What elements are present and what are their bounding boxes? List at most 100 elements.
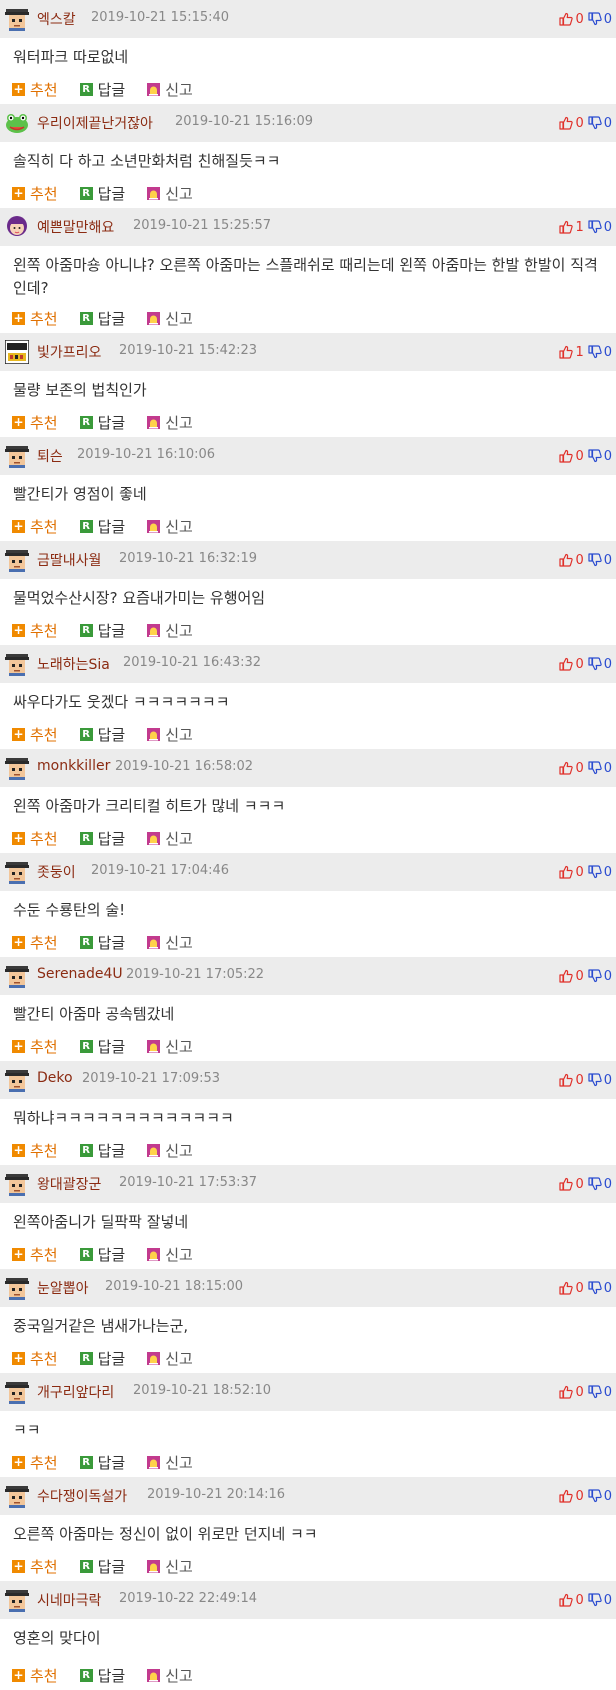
reply-button[interactable]: R 답글 [79, 1036, 125, 1057]
reply-button[interactable]: R 답글 [79, 1244, 125, 1265]
downvote-button[interactable]: 0 [588, 1177, 612, 1192]
upvote-button[interactable]: 0 [559, 761, 584, 776]
recommend-button[interactable]: + 추천 [12, 1244, 58, 1265]
reply-button[interactable]: R 답글 [79, 516, 125, 537]
downvote-button[interactable]: 0 [588, 1073, 612, 1088]
reply-button[interactable]: R 답글 [79, 1140, 125, 1161]
report-button[interactable]: 신고 [147, 1036, 193, 1057]
author-name[interactable]: Deko [37, 1070, 73, 1086]
author-name[interactable]: Serenade4U [37, 966, 123, 982]
recommend-button[interactable]: + 추천 [12, 79, 58, 100]
reply-button[interactable]: R 답글 [79, 1452, 125, 1473]
report-button[interactable]: 신고 [147, 932, 193, 953]
recommend-button[interactable]: + 추천 [12, 828, 58, 849]
report-button[interactable]: 신고 [147, 1665, 193, 1686]
avatar[interactable] [4, 339, 30, 365]
downvote-button[interactable]: 0 [588, 969, 612, 984]
upvote-button[interactable]: 1 [559, 220, 584, 235]
report-button[interactable]: 신고 [147, 79, 193, 100]
recommend-button[interactable]: + 추천 [12, 1556, 58, 1577]
upvote-button[interactable]: 0 [559, 865, 584, 880]
report-button[interactable]: 신고 [147, 1452, 193, 1473]
downvote-button[interactable]: 0 [588, 761, 612, 776]
reply-button[interactable]: R 답글 [79, 932, 125, 953]
avatar[interactable] [5, 1588, 29, 1612]
recommend-button[interactable]: + 추천 [12, 1140, 58, 1161]
avatar[interactable] [5, 111, 29, 135]
avatar[interactable] [5, 548, 29, 572]
recommend-button[interactable]: + 추천 [12, 1036, 58, 1057]
report-button[interactable]: 신고 [147, 1140, 193, 1161]
report-button[interactable]: 신고 [147, 828, 193, 849]
reply-button[interactable]: R 답글 [79, 308, 125, 329]
avatar[interactable] [5, 444, 29, 468]
recommend-button[interactable]: + 추천 [12, 183, 58, 204]
downvote-button[interactable]: 0 [588, 1385, 612, 1400]
avatar[interactable] [5, 860, 29, 884]
upvote-button[interactable]: 0 [559, 1073, 584, 1088]
recommend-button[interactable]: + 추천 [12, 1452, 58, 1473]
upvote-button[interactable]: 0 [559, 1177, 584, 1192]
author-name[interactable]: 빛가프리오 [37, 342, 101, 362]
author-name[interactable]: 좃둥이 [37, 862, 76, 882]
reply-button[interactable]: R 답글 [79, 79, 125, 100]
recommend-button[interactable]: + 추천 [12, 724, 58, 745]
downvote-button[interactable]: 0 [588, 12, 612, 27]
author-name[interactable]: 노래하는Sia [37, 654, 110, 674]
avatar[interactable] [5, 215, 29, 239]
upvote-button[interactable]: 0 [559, 116, 584, 131]
reply-button[interactable]: R 답글 [79, 1665, 125, 1686]
avatar[interactable] [5, 1380, 29, 1404]
downvote-button[interactable]: 0 [588, 553, 612, 568]
author-name[interactable]: 엑스칼 [37, 9, 76, 29]
downvote-button[interactable]: 0 [588, 345, 612, 360]
upvote-button[interactable]: 0 [559, 1281, 584, 1296]
author-name[interactable]: 금딸내사월 [37, 550, 101, 570]
upvote-button[interactable]: 0 [559, 553, 584, 568]
recommend-button[interactable]: + 추천 [12, 412, 58, 433]
downvote-button[interactable]: 0 [588, 1593, 612, 1608]
author-name[interactable]: 수다쟁이독설가 [37, 1486, 127, 1506]
downvote-button[interactable]: 0 [588, 220, 612, 235]
report-button[interactable]: 신고 [147, 1244, 193, 1265]
upvote-button[interactable]: 0 [559, 449, 584, 464]
author-name[interactable]: 예쁜말만해요 [37, 217, 114, 237]
author-name[interactable]: 눈알뽑아 [37, 1278, 89, 1298]
reply-button[interactable]: R 답글 [79, 412, 125, 433]
avatar[interactable] [5, 1484, 29, 1508]
downvote-button[interactable]: 0 [588, 865, 612, 880]
avatar[interactable] [5, 1276, 29, 1300]
upvote-button[interactable]: 0 [559, 969, 584, 984]
recommend-button[interactable]: + 추천 [12, 1665, 58, 1686]
avatar[interactable] [5, 1068, 29, 1092]
recommend-button[interactable]: + 추천 [12, 932, 58, 953]
recommend-button[interactable]: + 추천 [12, 620, 58, 641]
downvote-button[interactable]: 0 [588, 657, 612, 672]
author-name[interactable]: 우리이제끝난거잖아 [37, 113, 153, 133]
upvote-button[interactable]: 0 [559, 657, 584, 672]
avatar[interactable] [5, 652, 29, 676]
downvote-button[interactable]: 0 [588, 1281, 612, 1296]
avatar[interactable] [5, 1172, 29, 1196]
author-name[interactable]: monkkiller [37, 758, 110, 774]
reply-button[interactable]: R 답글 [79, 620, 125, 641]
recommend-button[interactable]: + 추천 [12, 1348, 58, 1369]
report-button[interactable]: 신고 [147, 412, 193, 433]
reply-button[interactable]: R 답글 [79, 724, 125, 745]
report-button[interactable]: 신고 [147, 308, 193, 329]
upvote-button[interactable]: 0 [559, 1385, 584, 1400]
reply-button[interactable]: R 답글 [79, 1348, 125, 1369]
report-button[interactable]: 신고 [147, 1348, 193, 1369]
recommend-button[interactable]: + 추천 [12, 516, 58, 537]
reply-button[interactable]: R 답글 [79, 828, 125, 849]
avatar[interactable] [5, 964, 29, 988]
recommend-button[interactable]: + 추천 [12, 308, 58, 329]
reply-button[interactable]: R 답글 [79, 183, 125, 204]
author-name[interactable]: 시네마극락 [37, 1590, 101, 1610]
reply-button[interactable]: R 답글 [79, 1556, 125, 1577]
report-button[interactable]: 신고 [147, 620, 193, 641]
upvote-button[interactable]: 0 [559, 12, 584, 27]
report-button[interactable]: 신고 [147, 724, 193, 745]
upvote-button[interactable]: 0 [559, 1593, 584, 1608]
downvote-button[interactable]: 0 [588, 1489, 612, 1504]
